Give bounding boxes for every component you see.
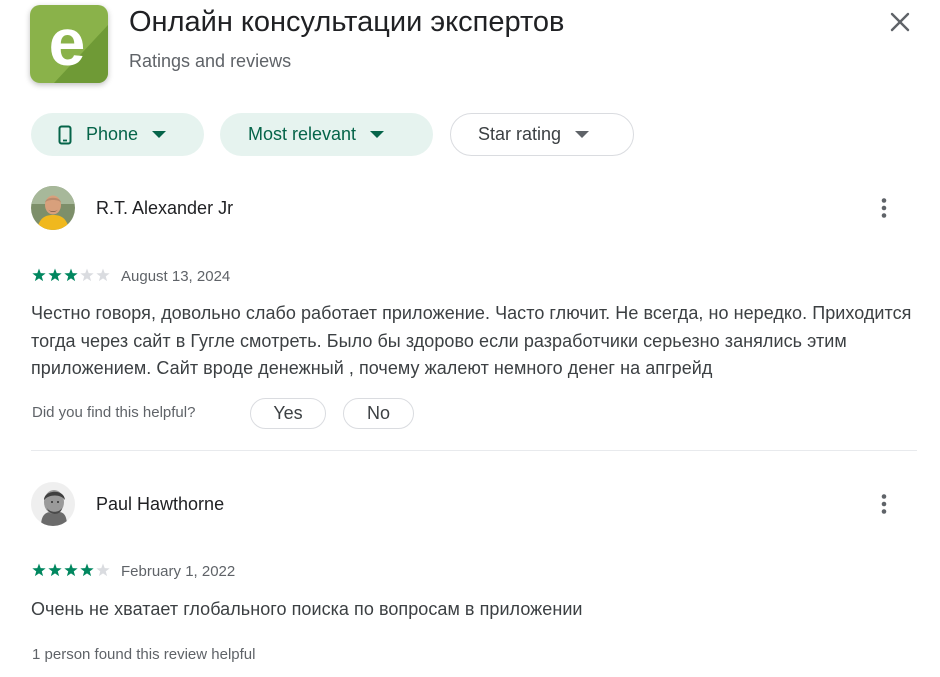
chevron-down-icon [370,131,385,138]
review-date: August 13, 2024 [121,268,231,285]
chevron-down-icon [575,131,590,138]
user-avatar-engraving-icon [31,482,75,526]
star-empty-icon [80,268,94,282]
app-title: Онлайн консультации экспертов [129,6,565,38]
helpful-question: Did you find this helpful? [32,404,196,421]
star-rating-filter-chip[interactable]: Star rating [450,113,634,156]
sort-filter-label: Most relevant [248,124,357,144]
more-vert-icon [881,198,887,218]
phone-icon [58,125,72,144]
star-filled-icon [32,563,46,577]
review-date: February 1, 2022 [121,563,236,580]
dialog-header: e Онлайн консультации экспертов Ratings … [0,0,940,96]
app-icon: e [30,5,108,83]
device-filter-chip[interactable]: Phone [31,113,204,156]
star-filled-icon [64,563,78,577]
close-button[interactable] [884,6,916,38]
star-filled-icon [80,563,94,577]
review-author: Paul Hawthorne [96,494,225,514]
star-rating [32,563,110,577]
star-empty-icon [96,563,110,577]
helpful-no-button[interactable]: No [343,398,414,429]
star-rating [32,268,110,282]
review-author: R.T. Alexander Jr [96,198,234,218]
star-empty-icon [96,268,110,282]
device-filter-label: Phone [86,124,139,144]
helpful-yes-button[interactable]: Yes [250,398,326,429]
user-avatar-yellow-shirt-icon [31,186,75,230]
review-divider [31,450,917,451]
star-filled-icon [48,268,62,282]
review-text: Честно говоря, довольно слабо работает п… [31,303,912,378]
close-icon [890,12,910,32]
star-rating-filter-label: Star rating [478,124,562,144]
star-filled-icon [32,268,46,282]
app-icon-letter: e [49,5,86,79]
more-options-button[interactable] [872,492,896,516]
star-filled-icon [48,563,62,577]
helpful-count: 1 person found this review helpful [32,646,256,663]
sort-filter-chip[interactable]: Most relevant [220,113,433,156]
avatar [31,482,75,526]
star-filled-icon [64,268,78,282]
review-text: Очень не хватает глобального поиска по в… [31,599,583,619]
page-subtitle: Ratings and reviews [129,51,292,71]
chevron-down-icon [152,131,167,138]
more-options-button[interactable] [872,196,896,220]
more-vert-icon [881,494,887,514]
avatar [31,186,75,230]
